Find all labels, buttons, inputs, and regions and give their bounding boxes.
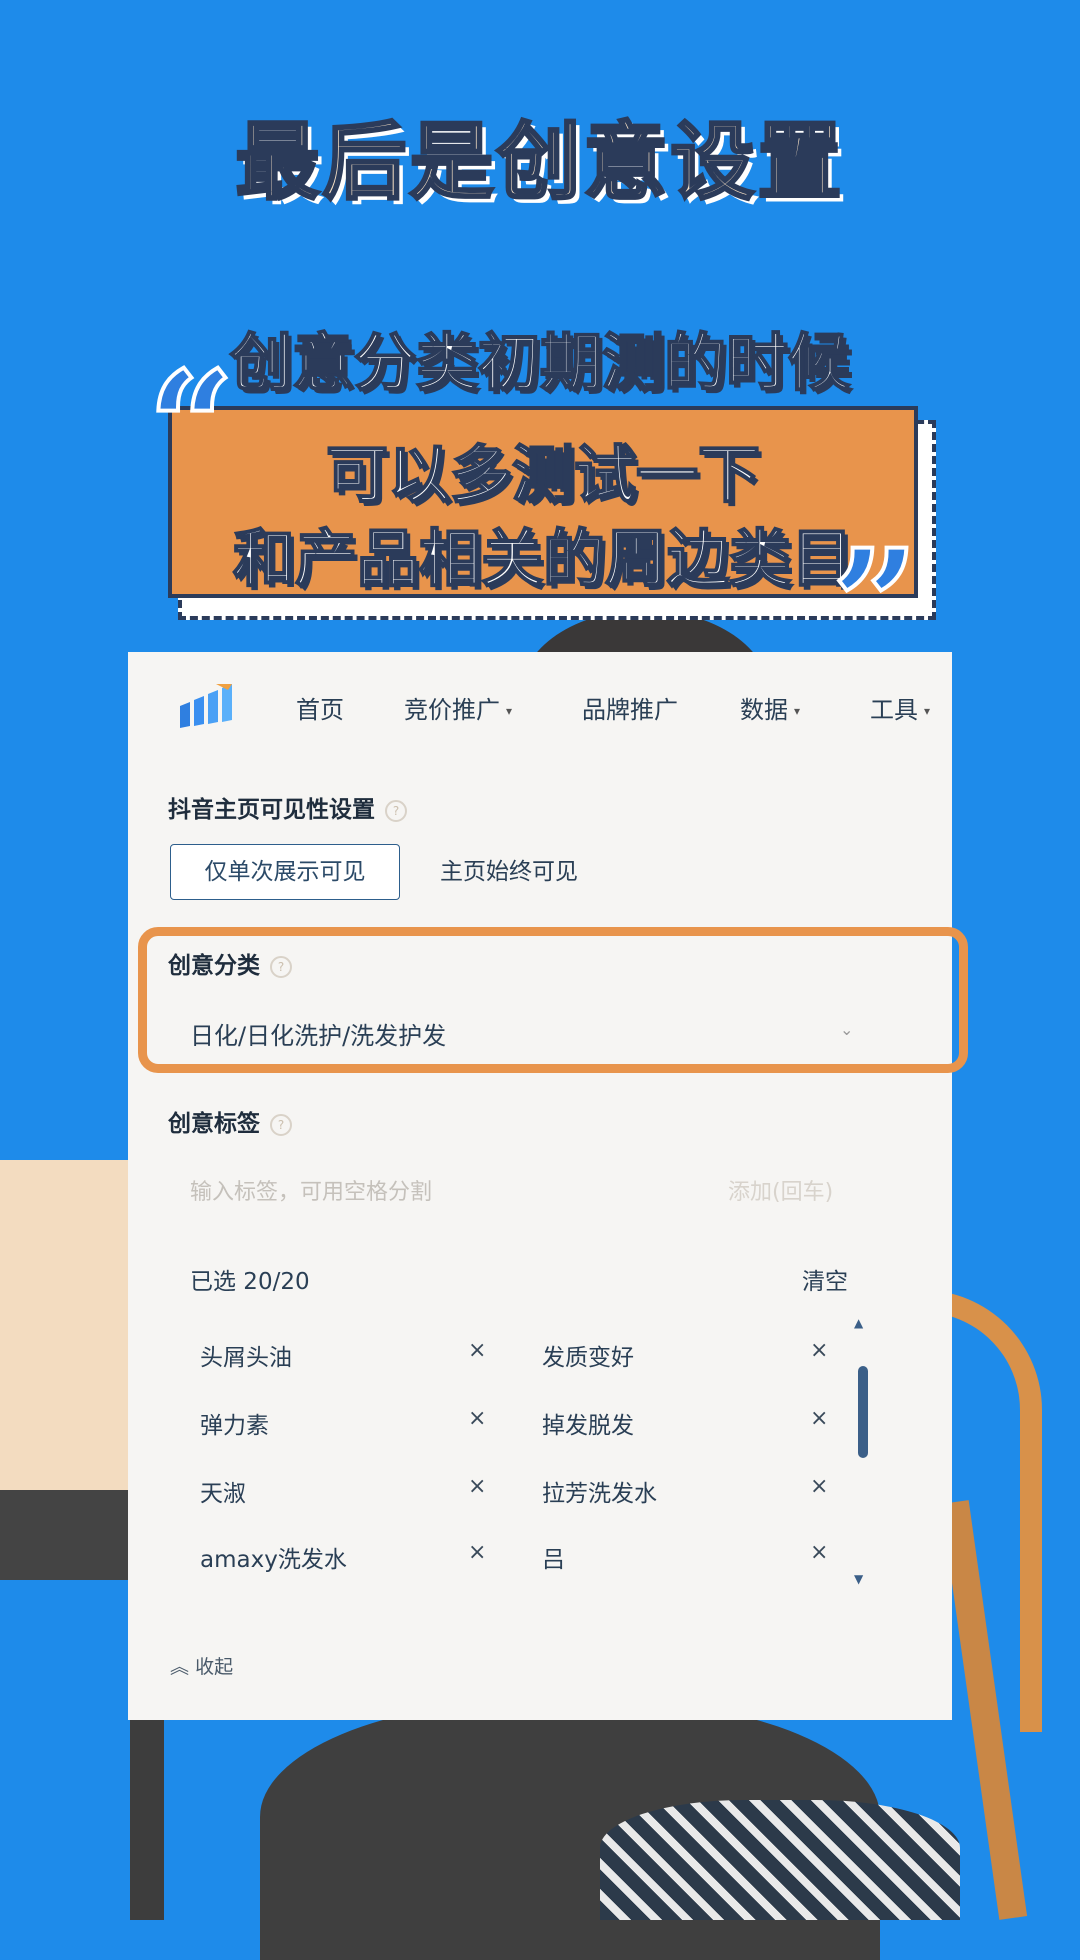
category-label-text: 创意分类 [168,953,260,979]
close-icon[interactable]: × [468,1338,486,1363]
close-icon[interactable]: × [810,1338,828,1363]
nav-item-label: 品牌推广 [582,696,678,724]
overlay-banner: 可以多测试一下 和产品相关的周边类目 [168,406,918,598]
collapse-label: 收起 [195,1656,234,1678]
overlay-title: 最后是创意设置 [234,112,845,213]
help-icon[interactable]: ? [270,1113,292,1136]
nav-item-label: 数据 [740,696,788,724]
nav-item-brand[interactable]: 品牌推广 [582,690,678,725]
visibility-option-always[interactable]: 主页始终可见 [440,844,578,900]
chevron-down-icon: ▾ [924,704,931,718]
tag-item: 弹力素 [200,1413,269,1439]
nav-item-label: 工具 [870,696,918,724]
tag-item: 天淑 [200,1481,246,1507]
settings-panel: 首页 竞价推广 ▾ 品牌推广 数据 ▾ 工具 ▾ 抖音主页可见性设置? 仅单次展示可见… [128,652,968,1720]
category-section-label: 创意分类? [168,946,292,980]
close-icon[interactable]: × [810,1540,828,1565]
chevron-down-icon[interactable]: ⌄ [840,1020,853,1039]
visibility-label-text: 抖音主页可见性设置 [168,797,375,823]
nav-item-tools[interactable]: 工具 ▾ [870,690,930,725]
close-icon[interactable]: × [810,1474,828,1499]
visibility-section-label: 抖音主页可见性设置? [168,790,407,824]
visibility-option-single[interactable]: 仅单次展示可见 [170,844,400,900]
nav-item-label: 竞价推广 [404,696,500,724]
tag-input[interactable]: 输入标签，可用空格分割 [190,1174,432,1206]
nav-item-data[interactable]: 数据 ▾ [740,690,800,725]
scroll-down-icon[interactable]: ▼ [854,1572,863,1586]
tags-label-text: 创意标签 [168,1111,260,1137]
tags-section-label: 创意标签? [168,1104,292,1138]
quote-open-icon: “ [146,339,236,515]
scroll-up-icon[interactable]: ▲ [854,1316,863,1330]
tag-item: amaxy洗发水 [200,1547,347,1573]
background-chair-seat [600,1800,960,1920]
close-icon[interactable]: × [810,1406,828,1431]
close-icon[interactable]: × [468,1540,486,1565]
help-icon[interactable]: ? [270,955,292,978]
tag-add-button[interactable]: 添加(回车) [728,1174,833,1206]
collapse-button[interactable]: ︽ 收起 [170,1652,233,1679]
bar-chart-logo-icon[interactable] [176,682,234,728]
category-select[interactable]: 日化/日化洗护/洗发护发 [190,1016,446,1051]
nav-item-home[interactable]: 首页 [296,690,344,725]
tag-item: 头屑头油 [200,1345,292,1371]
scrollbar-thumb[interactable] [858,1366,868,1458]
banner-line-1: 可以多测试一下 [325,437,761,512]
tag-item: 发质变好 [542,1345,634,1371]
nav-item-bidding[interactable]: 竞价推广 ▾ [404,690,512,725]
chevron-down-icon: ▾ [506,704,513,718]
close-icon[interactable]: × [468,1406,486,1431]
nav-item-label: 首页 [296,696,344,724]
clear-button[interactable]: 清空 [802,1262,848,1296]
chevron-up-icon: ︽ [170,1656,190,1678]
close-icon[interactable]: × [468,1474,486,1499]
tag-item: 掉发脱发 [542,1413,634,1439]
chevron-down-icon: ▾ [794,704,801,718]
help-icon[interactable]: ? [385,799,407,822]
top-nav: 首页 竞价推广 ▾ 品牌推广 数据 ▾ 工具 ▾ [128,652,952,756]
tag-item: 拉芳洗发水 [542,1481,657,1507]
selected-count: 已选 20/20 [190,1269,310,1295]
tag-item: 吕 [542,1547,565,1573]
banner-line-2: 和产品相关的周边类目 [232,521,854,596]
